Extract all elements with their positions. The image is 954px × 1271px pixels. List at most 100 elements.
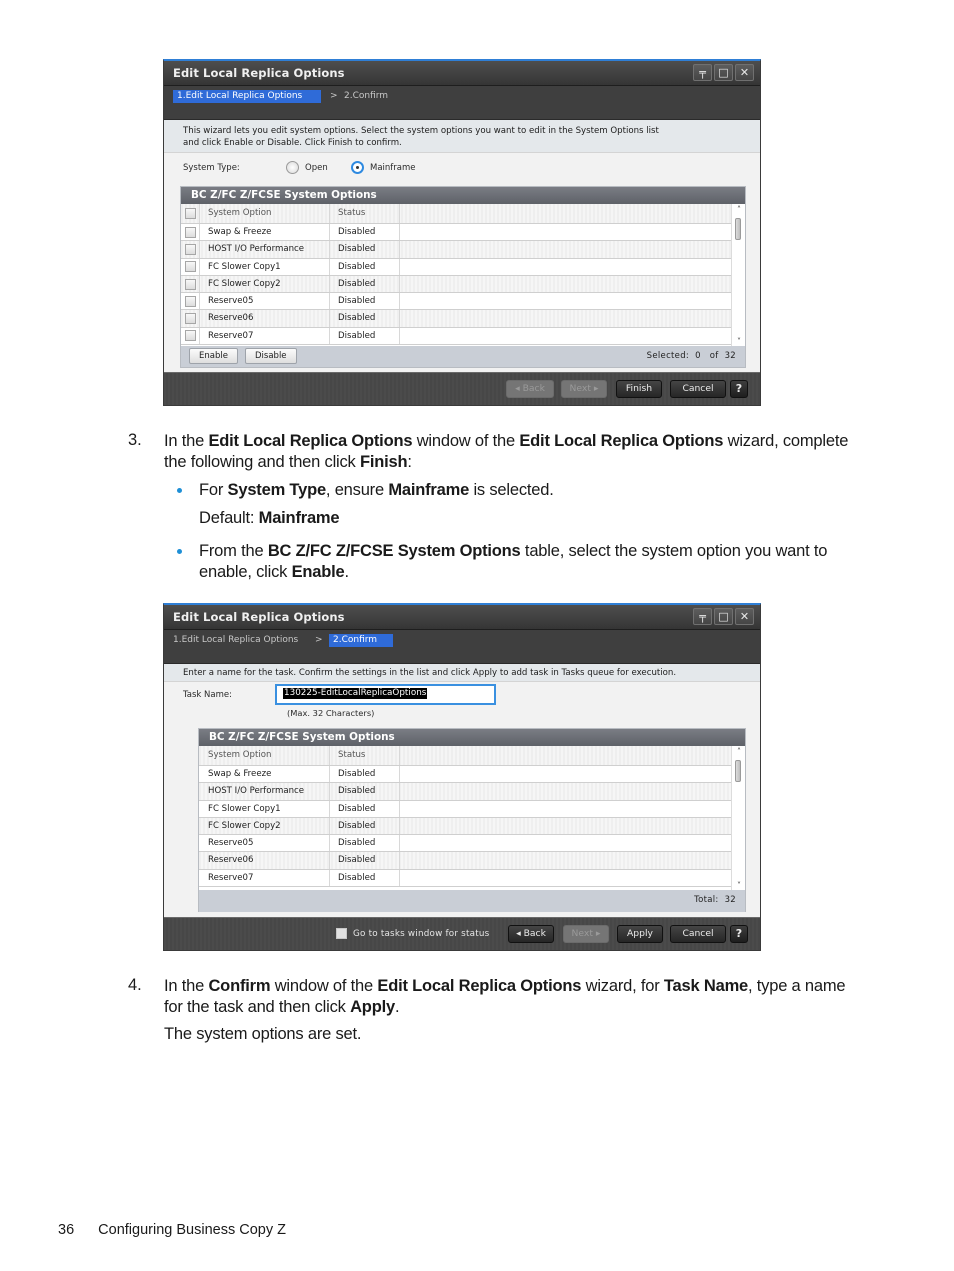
row-checkbox[interactable] [184,226,196,238]
row-checkbox[interactable] [184,278,196,290]
row-checkbox[interactable] [184,243,196,255]
system-option-cell: Swap & Freeze [199,766,330,783]
radio-mainframe[interactable]: Mainframe [351,161,416,174]
table-row[interactable]: FC Slower Copy1 Disabled [181,258,731,276]
scroll-thumb[interactable] [735,760,741,782]
chevron-right-icon: ▸ [593,383,599,394]
help-button[interactable]: ? [730,925,748,943]
back-button[interactable]: ◂ Back [506,380,554,398]
table-scrollbar[interactable]: ˄ ˅ [731,204,745,346]
system-options-table: System Option Status Swap & Freeze Disabl… [181,204,745,346]
pin-icon[interactable]: ╤ [693,64,712,81]
system-option-cell: Reserve07 [200,327,330,345]
back-button[interactable]: ◂ Back [508,925,554,943]
scroll-up-icon[interactable]: ˄ [734,205,744,214]
chevron-left-icon: ◂ [515,383,520,394]
table-row[interactable]: Reserve07 Disabled [181,327,731,346]
table-row[interactable]: Swap & Freeze Disabled [199,766,731,784]
radio-unchecked-icon [286,161,299,174]
table-row[interactable]: FC Slower Copy2 Disabled [199,817,731,836]
task-name-input[interactable]: 130225-EditLocalReplicaOptions [275,684,496,705]
table-scrollbar[interactable]: ˄ ˅ [731,746,745,890]
status-cell: Disabled [330,275,400,293]
step3-bullet2-line2: enable, click Enable. [199,563,349,581]
window-title: Edit Local Replica Options [173,66,345,80]
cancel-button[interactable]: Cancel [670,925,726,943]
description-line: This wizard lets you edit system options… [183,126,659,136]
radio-open-label: Open [305,162,328,173]
step4-line2: for the task and then click Apply. [164,998,400,1016]
page-footer: 36 Configuring Business Copy Z [58,1222,286,1238]
column-header-system-option[interactable]: System Option [200,204,330,223]
system-option-cell: Swap & Freeze [200,224,330,241]
table-row[interactable]: Reserve07 Disabled [199,869,731,888]
maximize-icon[interactable]: □ [714,608,733,625]
row-checkbox[interactable] [184,330,196,342]
system-option-cell: FC Slower Copy1 [199,800,330,817]
table-row[interactable]: FC Slower Copy2 Disabled [181,275,731,294]
scroll-up-icon[interactable]: ˄ [734,747,744,756]
close-icon[interactable]: ✕ [735,64,754,81]
status-cell: Disabled [330,800,400,817]
pin-icon[interactable]: ╤ [693,608,712,625]
table-row[interactable]: Swap & Freeze Disabled [181,224,731,242]
status-cell: Disabled [330,224,400,241]
section-title: Configuring Business Copy Z [98,1222,286,1238]
table-row[interactable]: FC Slower Copy1 Disabled [199,800,731,818]
table-row[interactable]: Reserve06 Disabled [181,310,731,328]
select-all-checkbox[interactable] [184,208,196,219]
status-cell: Disabled [330,817,400,835]
apply-button[interactable]: Apply [617,925,663,943]
step3-bullet1: For System Type, ensure Mainframe is sel… [199,481,554,499]
enable-button[interactable]: Enable [189,348,238,364]
status-cell: Disabled [330,258,400,275]
column-header-system-option[interactable]: System Option [199,746,330,765]
back-label: Back [522,383,545,394]
radio-open[interactable]: Open [286,161,328,174]
row-checkbox[interactable] [184,295,196,307]
column-header-status[interactable]: Status [330,746,400,765]
finish-button[interactable]: Finish [616,380,662,398]
disable-button[interactable]: Disable [245,348,297,364]
description-line: and click Enable or Disable. Click Finis… [183,138,402,148]
table-footer: Enable Disable Selected: 0 of 32 [181,346,745,367]
status-cell: Disabled [330,852,400,869]
scroll-down-icon[interactable]: ˅ [734,881,744,890]
table-row[interactable]: Reserve06 Disabled [199,852,731,870]
next-button[interactable]: Next ▸ [563,925,609,943]
step3-bullet2-line1: From the BC Z/FC Z/FCSE System Options t… [199,542,828,560]
go-to-tasks-label: Go to tasks window for status [353,928,490,939]
page-number: 36 [58,1222,75,1238]
column-header-status[interactable]: Status [330,204,400,223]
table-row[interactable]: Reserve05 Disabled [199,835,731,853]
system-option-cell: Reserve06 [200,310,330,327]
go-to-tasks-checkbox[interactable] [336,928,347,939]
cancel-button[interactable]: Cancel [670,380,726,398]
task-name-label: Task Name: [183,690,232,700]
system-option-cell: FC Slower Copy2 [200,275,330,293]
step-number: 4. [128,976,142,994]
row-checkbox[interactable] [184,313,196,325]
status-cell: Disabled [330,869,400,887]
scroll-thumb[interactable] [735,218,741,240]
window-titlebar: Edit Local Replica Options ╤ □ ✕ [164,61,760,86]
row-checkbox[interactable] [184,261,196,273]
system-type-label: System Type: [183,163,240,173]
table-row[interactable]: HOST I/O Performance Disabled [199,783,731,801]
system-type-row: System Type: Open Mainframe [164,153,760,183]
next-button[interactable]: Next ▸ [561,380,607,398]
status-cell: Disabled [330,766,400,783]
close-icon[interactable]: ✕ [735,608,754,625]
table-row[interactable]: HOST I/O Performance Disabled [181,241,731,259]
wizard-description: This wizard lets you edit system options… [164,120,760,153]
step-confirm: 2.Confirm [344,91,389,101]
maximize-icon[interactable]: □ [714,64,733,81]
step3-line2: the following and then click Finish: [164,453,412,471]
step-separator: > [315,635,323,645]
scroll-down-icon[interactable]: ˅ [734,337,744,346]
radio-mainframe-label: Mainframe [370,162,416,173]
help-button[interactable]: ? [730,380,748,398]
table-row[interactable]: Reserve05 Disabled [181,293,731,311]
system-options-panel: BC Z/FC Z/FCSE System Options System Opt… [198,728,746,912]
go-to-tasks-toggle[interactable]: Go to tasks window for status [336,928,489,939]
